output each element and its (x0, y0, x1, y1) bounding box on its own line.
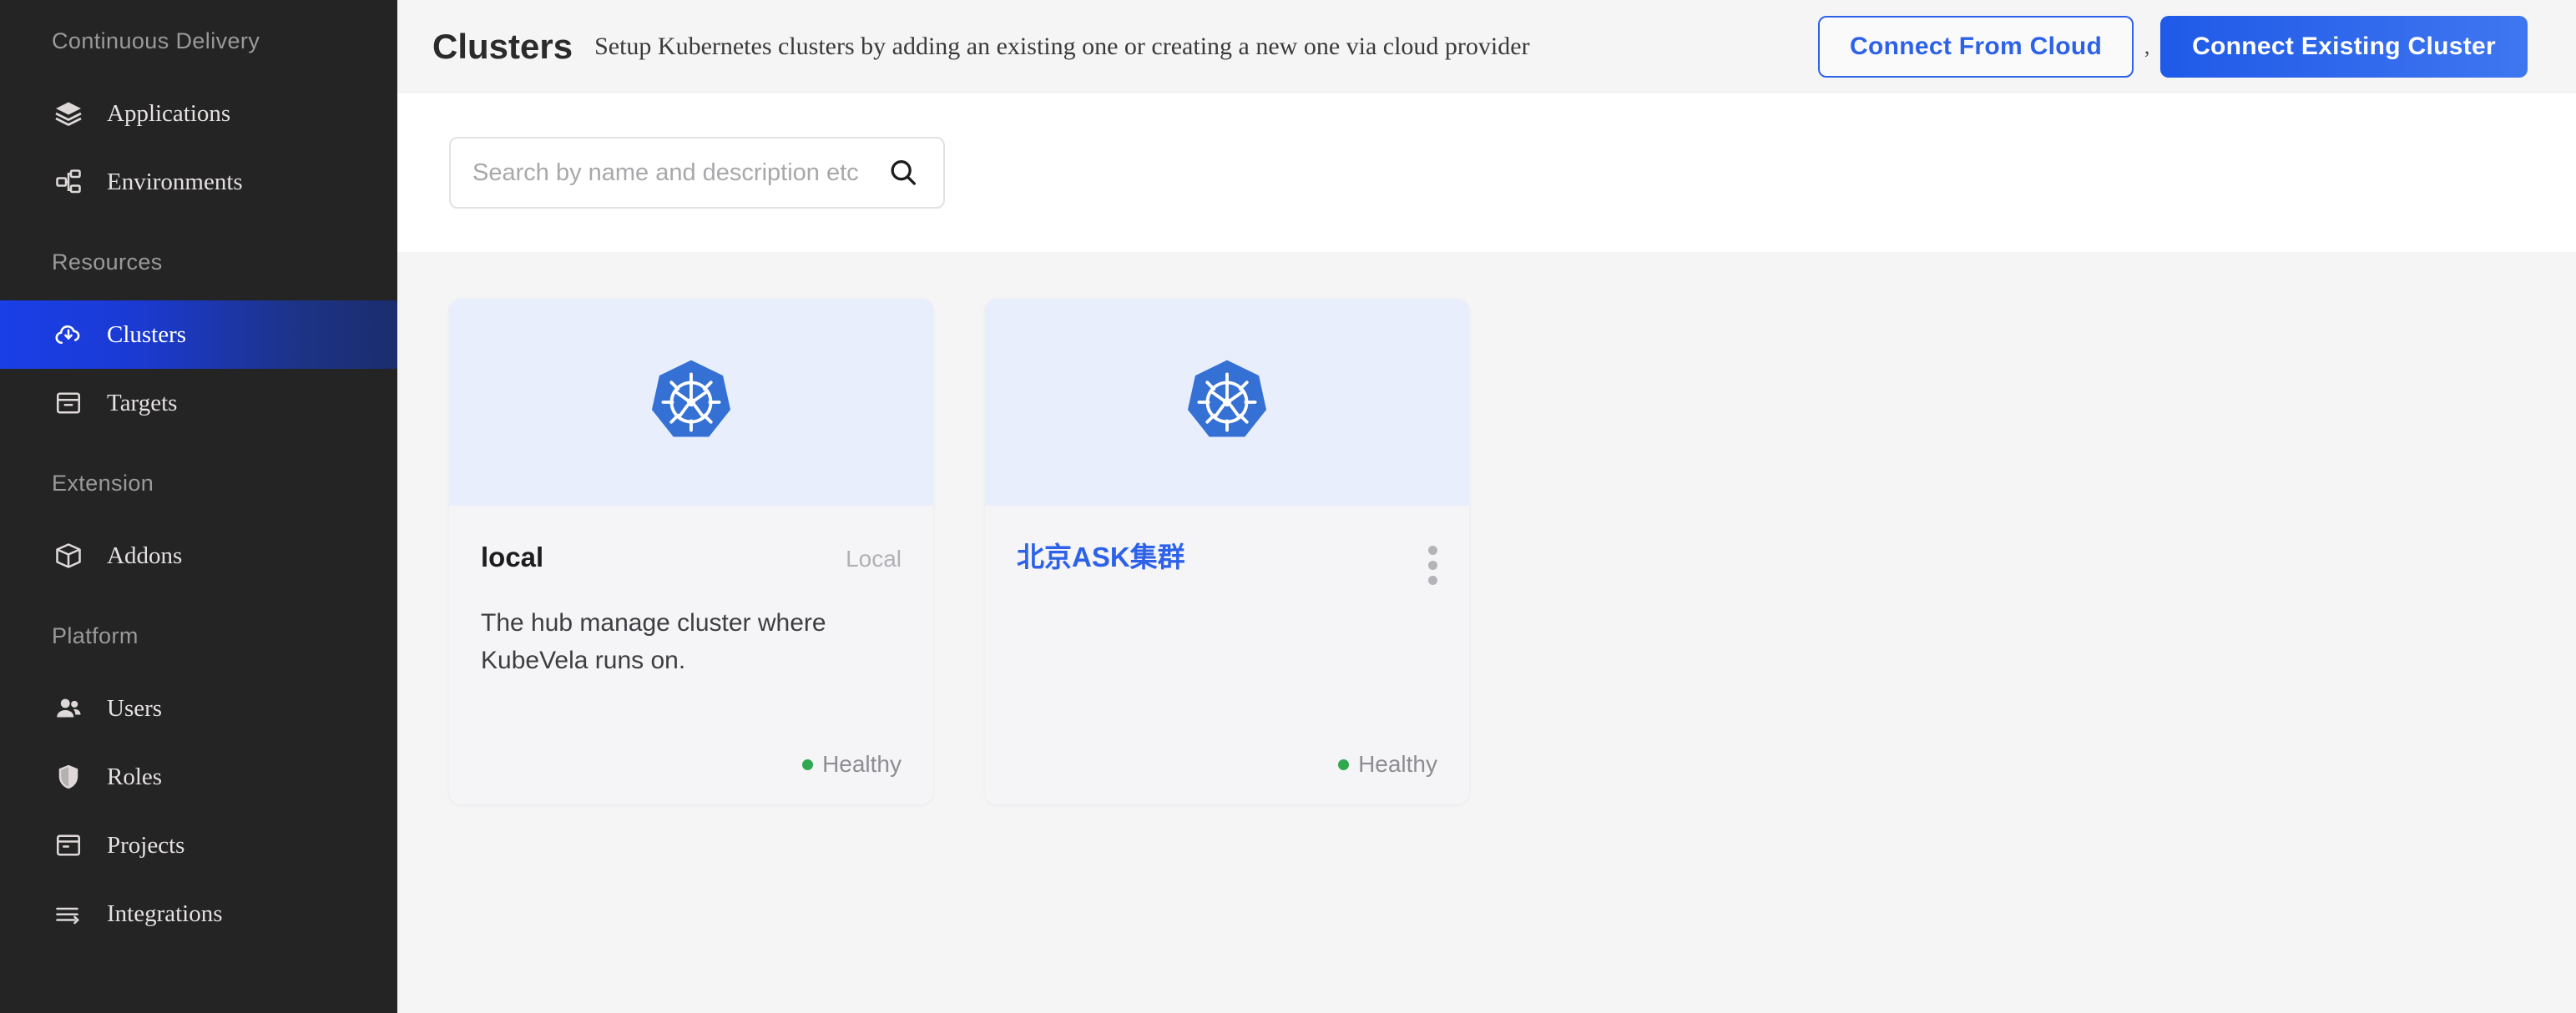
cluster-description: The hub manage cluster where KubeVela ru… (481, 604, 873, 680)
sidebar-item-environments[interactable]: Environments (0, 148, 397, 216)
nav-group-continuous-delivery: Continuous Delivery Applications (0, 28, 397, 216)
sidebar-item-label: Users (107, 695, 162, 723)
main-area: Clusters Setup Kubernetes clusters by ad… (397, 0, 2576, 1013)
cluster-name: local (481, 541, 543, 574)
cluster-status: Healthy (1017, 751, 1437, 778)
sidebar-item-users[interactable]: Users (0, 674, 397, 743)
nav-section-title-resources: Resources (0, 249, 397, 275)
sidebar-item-clusters[interactable]: Clusters (0, 300, 397, 369)
status-dot-icon (802, 759, 813, 770)
page-subtitle: Setup Kubernetes clusters by adding an e… (594, 33, 1530, 61)
cluster-card-banner (985, 299, 1469, 506)
cluster-card-head: 北京ASK集群 (1017, 541, 1437, 585)
archive-icon (52, 386, 85, 420)
sidebar-item-label: Addons (107, 542, 182, 570)
sidebar-item-label: Clusters (107, 321, 186, 349)
sidebar-item-label: Environments (107, 169, 243, 196)
sidebar-item-addons[interactable]: Addons (0, 522, 397, 590)
integrations-icon (52, 897, 85, 930)
search-icon[interactable] (886, 156, 920, 189)
button-separator: , (2134, 34, 2160, 59)
projects-icon (52, 829, 85, 862)
shield-icon (52, 760, 85, 794)
cluster-card-banner (449, 299, 933, 506)
layers-icon (52, 97, 85, 130)
page-header: Clusters Setup Kubernetes clusters by ad… (397, 0, 2576, 93)
sidebar-item-label: Projects (107, 832, 184, 859)
dot (1428, 576, 1437, 585)
sidebar-item-label: Integrations (107, 900, 223, 928)
cluster-name-link[interactable]: 北京ASK集群 (1017, 541, 1185, 574)
nav-group-extension: Extension Addons (0, 471, 397, 590)
status-dot-icon (1338, 759, 1349, 770)
cluster-card-head: local Local (481, 541, 902, 574)
search-input[interactable] (472, 159, 886, 187)
status-label: Healthy (822, 751, 902, 778)
environments-icon (52, 165, 85, 199)
page-title: Clusters (432, 27, 573, 67)
nav-group-platform: Platform Users (0, 623, 397, 948)
nav-group-resources: Resources Clusters (0, 249, 397, 437)
sidebar-item-label: Applications (107, 100, 230, 128)
cluster-more-menu-icon[interactable] (1428, 541, 1437, 585)
users-icon (52, 692, 85, 725)
nav-section-title-extension: Extension (0, 471, 397, 496)
sidebar-item-integrations[interactable]: Integrations (0, 879, 397, 948)
status-label: Healthy (1358, 751, 1437, 778)
sidebar-item-label: Roles (107, 764, 162, 791)
cluster-status: Healthy (481, 751, 902, 778)
sidebar-item-applications[interactable]: Applications (0, 79, 397, 148)
nav-section-title-continuous-delivery: Continuous Delivery (0, 28, 397, 54)
connect-from-cloud-button[interactable]: Connect From Cloud (1818, 16, 2134, 78)
search-panel (397, 93, 2576, 252)
dot (1428, 546, 1437, 555)
kubernetes-icon (644, 355, 738, 449)
sidebar-item-projects[interactable]: Projects (0, 811, 397, 879)
sidebar: Continuous Delivery Applications (0, 0, 397, 1013)
nav-section-title-platform: Platform (0, 623, 397, 649)
dot (1428, 561, 1437, 570)
cluster-card-body: 北京ASK集群 Healthy (985, 506, 1469, 804)
connect-existing-cluster-button[interactable]: Connect Existing Cluster (2160, 16, 2528, 78)
sidebar-item-label: Targets (107, 390, 177, 417)
app-root: Continuous Delivery Applications (0, 0, 2576, 1013)
package-icon (52, 539, 85, 572)
cluster-card[interactable]: 北京ASK集群 Healthy (985, 299, 1469, 804)
cloud-download-icon (52, 318, 85, 351)
kubernetes-icon (1180, 355, 1274, 449)
cluster-card[interactable]: local Local The hub manage cluster where… (449, 299, 933, 804)
header-actions: Connect From Cloud , Connect Existing Cl… (1818, 16, 2528, 78)
sidebar-item-targets[interactable]: Targets (0, 369, 397, 437)
sidebar-item-roles[interactable]: Roles (0, 743, 397, 811)
cluster-card-body: local Local The hub manage cluster where… (449, 506, 933, 804)
search-box[interactable] (449, 137, 945, 209)
clusters-grid: local Local The hub manage cluster where… (397, 252, 2576, 1013)
cluster-tag: Local (846, 541, 902, 572)
